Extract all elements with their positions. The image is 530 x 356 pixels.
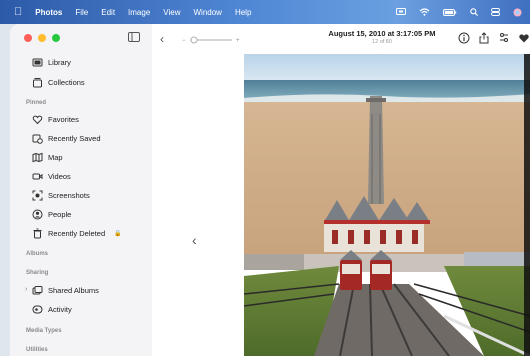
menu-help[interactable]: Help: [235, 8, 251, 17]
sidebar-section-pinned[interactable]: Pinned: [26, 100, 46, 106]
wifi-icon[interactable]: [419, 8, 430, 16]
screen-mirroring-icon[interactable]: [396, 8, 406, 16]
sidebar-item-shared-albums[interactable]: Shared Albums: [32, 283, 99, 297]
sidebar-section-media-types[interactable]: Media Types: [26, 328, 62, 334]
map-icon: [32, 152, 43, 162]
sidebar-item-favorites[interactable]: Favorites: [32, 112, 79, 126]
previous-photo-chevron-icon[interactable]: ‹: [192, 232, 197, 248]
sidebar-item-label: Recently Deleted: [48, 228, 106, 238]
photo-date: August 15, 2010 at 3:17:05 PM: [328, 29, 436, 38]
control-center-icon[interactable]: [491, 8, 500, 16]
sidebar-item-label: Library: [48, 57, 71, 67]
sidebar-item-recently-saved[interactable]: Recently Saved: [32, 131, 101, 145]
menu-view[interactable]: View: [163, 8, 180, 17]
photo-image: [244, 54, 530, 356]
sidebar-item-library[interactable]: Library: [32, 55, 71, 69]
sidebar-item-map[interactable]: Map: [32, 150, 63, 164]
menu-window[interactable]: Window: [193, 8, 221, 17]
photo-viewer: ‹ − + August 15, 2010 at 3:17:05 PM 12 o…: [152, 24, 530, 356]
heart-icon: [32, 115, 43, 124]
sidebar-item-label: People: [48, 209, 72, 219]
apple-menu-icon[interactable]: : [14, 6, 22, 18]
sidebar-item-screenshots[interactable]: Screenshots: [32, 188, 90, 202]
photo-count: 12 of 80: [372, 39, 392, 45]
share-icon[interactable]: [478, 32, 490, 44]
info-icon[interactable]: [458, 32, 470, 44]
edit-adjust-icon[interactable]: [498, 32, 510, 44]
sidebar-item-activity[interactable]: Activity: [32, 302, 72, 316]
library-icon: [32, 58, 43, 66]
sidebar-item-recently-deleted[interactable]: Recently Deleted 🔒: [32, 226, 122, 240]
disclosure-chevron-icon[interactable]: ›: [25, 286, 27, 293]
sidebar-item-label: Shared Albums: [48, 285, 99, 295]
sidebar-item-label: Collections: [48, 77, 85, 87]
sidebar-item-label: Videos: [48, 171, 71, 181]
collections-icon: [33, 77, 42, 87]
photo-title: August 15, 2010 at 3:17:05 PM 12 of 80: [302, 29, 462, 45]
sidebar-item-label: Map: [48, 152, 63, 162]
lock-icon: 🔒: [114, 230, 122, 237]
trash-icon: [33, 228, 42, 238]
favorite-heart-icon[interactable]: [518, 32, 530, 44]
sidebar-item-label: Favorites: [48, 114, 79, 124]
recently-saved-icon: [32, 134, 43, 144]
svg-text:−: −: [182, 38, 186, 44]
zoom-slider[interactable]: − +: [182, 35, 242, 45]
maximize-button[interactable]: [52, 34, 60, 42]
battery-icon[interactable]: [443, 8, 457, 16]
shared-albums-icon: [32, 285, 43, 294]
video-icon: [32, 173, 43, 179]
sidebar-item-label: Recently Saved: [48, 133, 101, 143]
menu-edit[interactable]: Edit: [101, 8, 115, 17]
sidebar-toggle-icon[interactable]: [128, 32, 140, 42]
viewer-toolbar: [458, 32, 530, 44]
sidebar-item-label: Activity: [48, 304, 72, 314]
minimize-button[interactable]: [38, 34, 46, 42]
sidebar: Library Collections Pinned Favorites Rec…: [10, 24, 153, 356]
screenshot-icon: [32, 190, 43, 200]
person-icon: [32, 209, 43, 219]
sidebar-section-sharing[interactable]: Sharing: [26, 270, 48, 276]
back-chevron-icon[interactable]: ‹: [160, 32, 174, 46]
sidebar-section-utilities[interactable]: Utilities: [26, 347, 48, 353]
spotlight-search-icon[interactable]: [470, 8, 478, 16]
sidebar-item-people[interactable]: People: [32, 207, 71, 221]
activity-icon: [32, 305, 43, 313]
menu-bar:  Photos File Edit Image View Window Hel…: [0, 0, 530, 24]
sidebar-item-videos[interactable]: Videos: [32, 169, 71, 183]
siri-icon[interactable]: [513, 8, 522, 17]
svg-text:+: +: [236, 38, 240, 44]
close-button[interactable]: [24, 34, 32, 42]
window-controls: [24, 34, 60, 42]
sidebar-section-albums[interactable]: Albums: [26, 251, 48, 257]
menu-image[interactable]: Image: [128, 8, 150, 17]
photos-window: Library Collections Pinned Favorites Rec…: [10, 24, 530, 356]
menu-file[interactable]: File: [75, 8, 88, 17]
menu-app-name[interactable]: Photos: [35, 8, 62, 17]
sidebar-item-label: Screenshots: [48, 190, 90, 200]
sidebar-item-collections[interactable]: Collections: [32, 75, 85, 89]
